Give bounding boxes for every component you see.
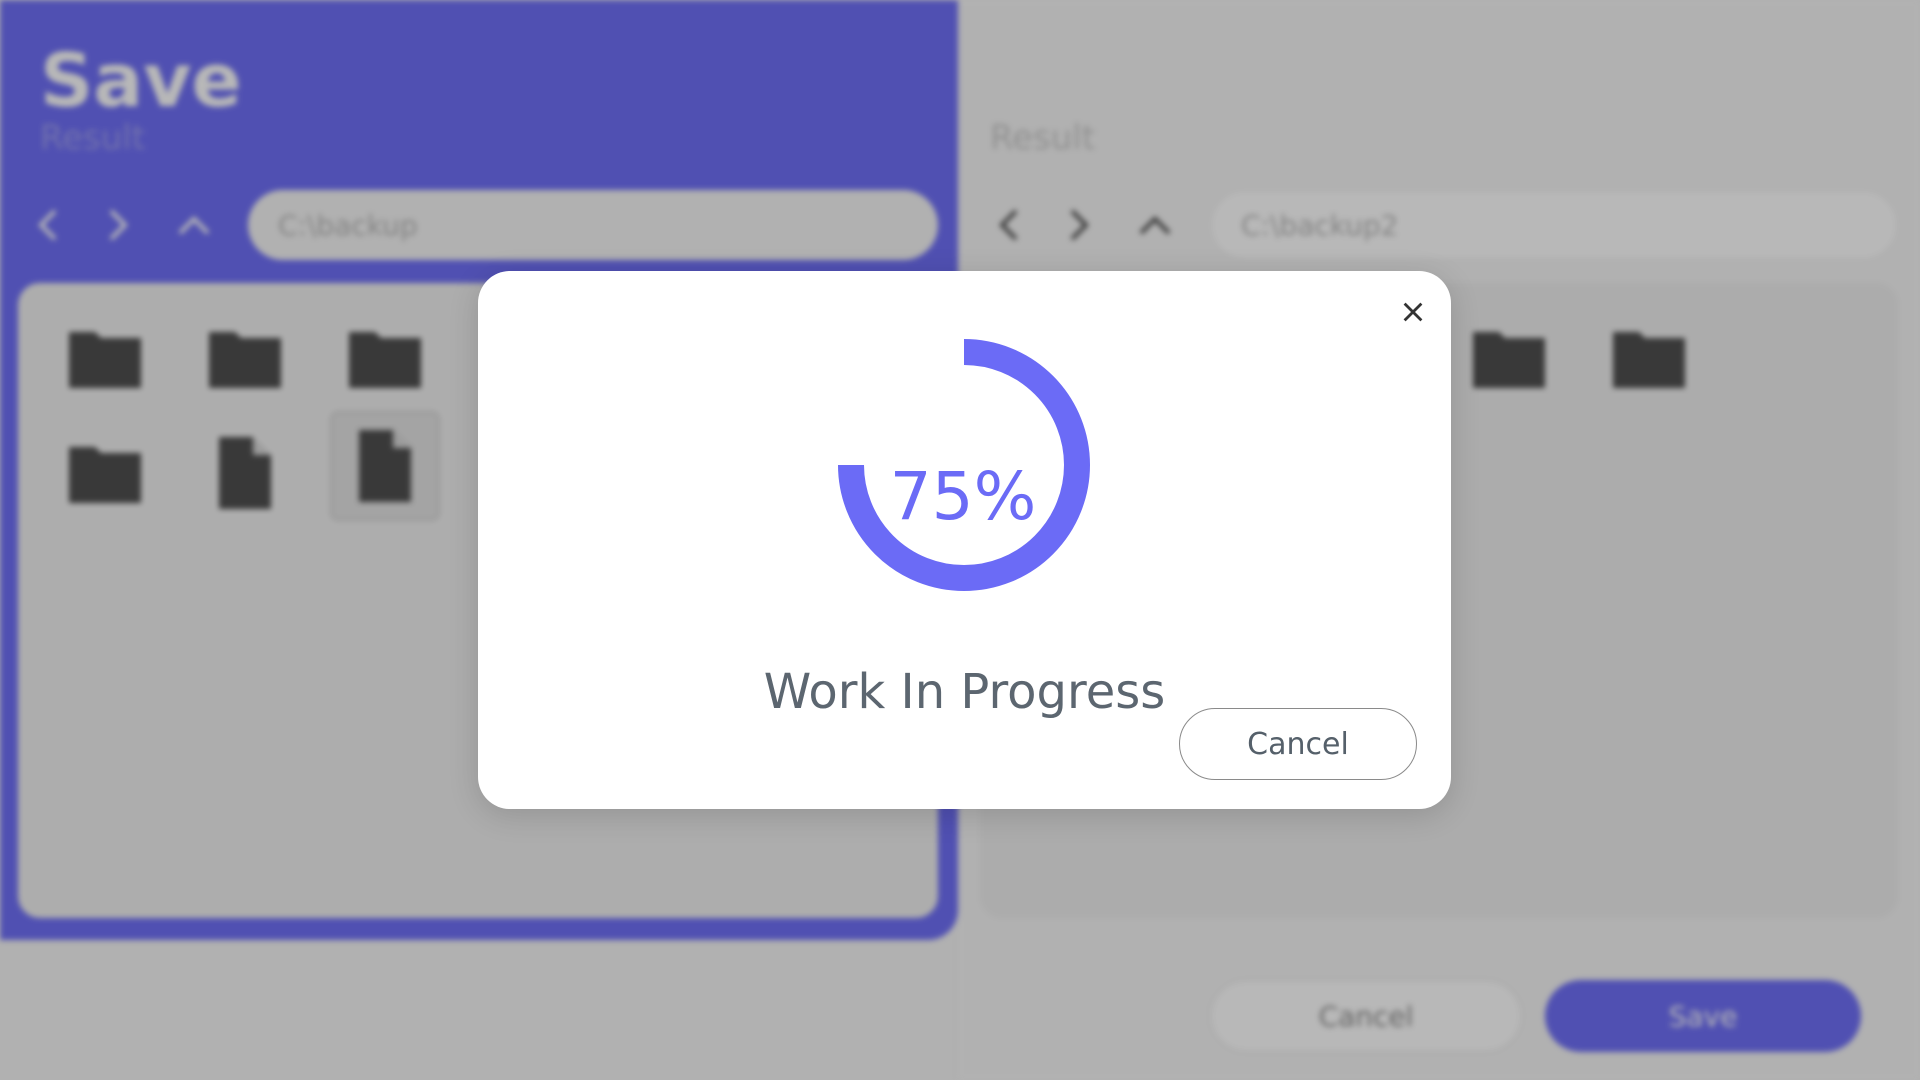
close-button[interactable] [1388,287,1438,337]
progress-percent: 75% [889,458,1037,535]
close-icon [1403,302,1423,322]
progress-dialog: 75% Work In Progress Cancel [478,271,1451,809]
dialog-cancel-button[interactable]: Cancel [1179,708,1417,780]
